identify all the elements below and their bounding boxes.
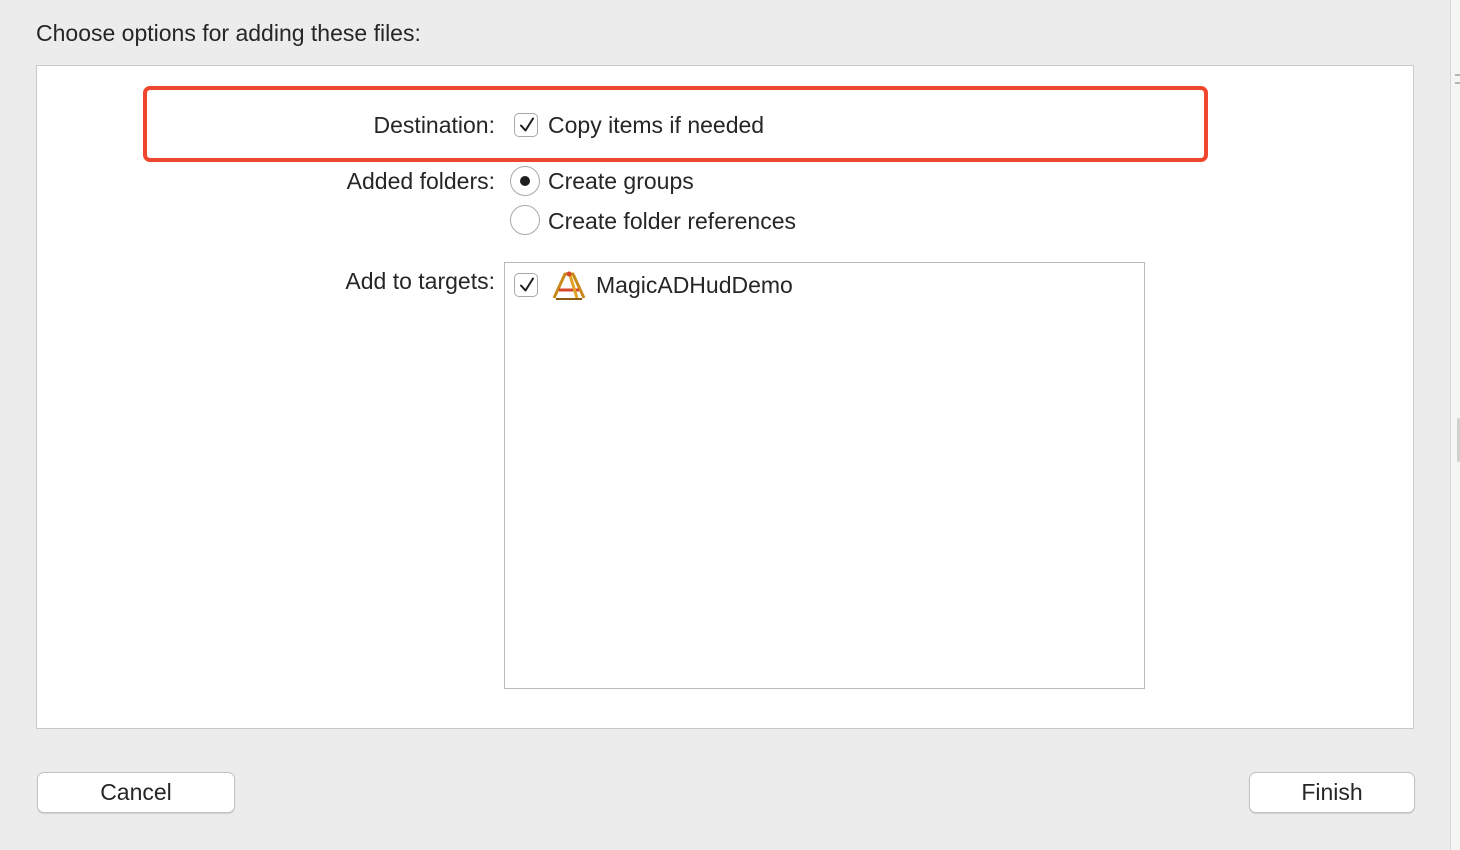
edge-tick-mark bbox=[1455, 82, 1460, 84]
target-checkbox[interactable] bbox=[514, 273, 538, 297]
target-name: MagicADHudDemo bbox=[596, 272, 793, 298]
add-to-targets-label: Add to targets: bbox=[345, 268, 495, 294]
app-target-icon bbox=[551, 268, 587, 302]
create-folder-references-radio[interactable] bbox=[510, 205, 540, 235]
finish-button[interactable]: Finish bbox=[1249, 772, 1415, 813]
create-groups-radio[interactable] bbox=[510, 166, 540, 196]
targets-list[interactable]: MagicADHudDemo bbox=[504, 262, 1145, 689]
create-groups-label[interactable]: Create groups bbox=[548, 166, 694, 196]
window-edge-strip bbox=[1450, 0, 1460, 850]
highlight-annotation-box bbox=[143, 86, 1208, 162]
edge-tick-mark bbox=[1455, 74, 1460, 76]
target-row[interactable]: MagicADHudDemo bbox=[505, 263, 1144, 307]
added-folders-label: Added folders: bbox=[346, 168, 495, 194]
checkmark-icon bbox=[520, 277, 534, 292]
radio-selected-dot bbox=[520, 176, 530, 186]
cancel-button[interactable]: Cancel bbox=[37, 772, 235, 813]
create-folder-references-label[interactable]: Create folder references bbox=[548, 206, 796, 236]
dialog-title: Choose options for adding these files: bbox=[36, 20, 421, 46]
